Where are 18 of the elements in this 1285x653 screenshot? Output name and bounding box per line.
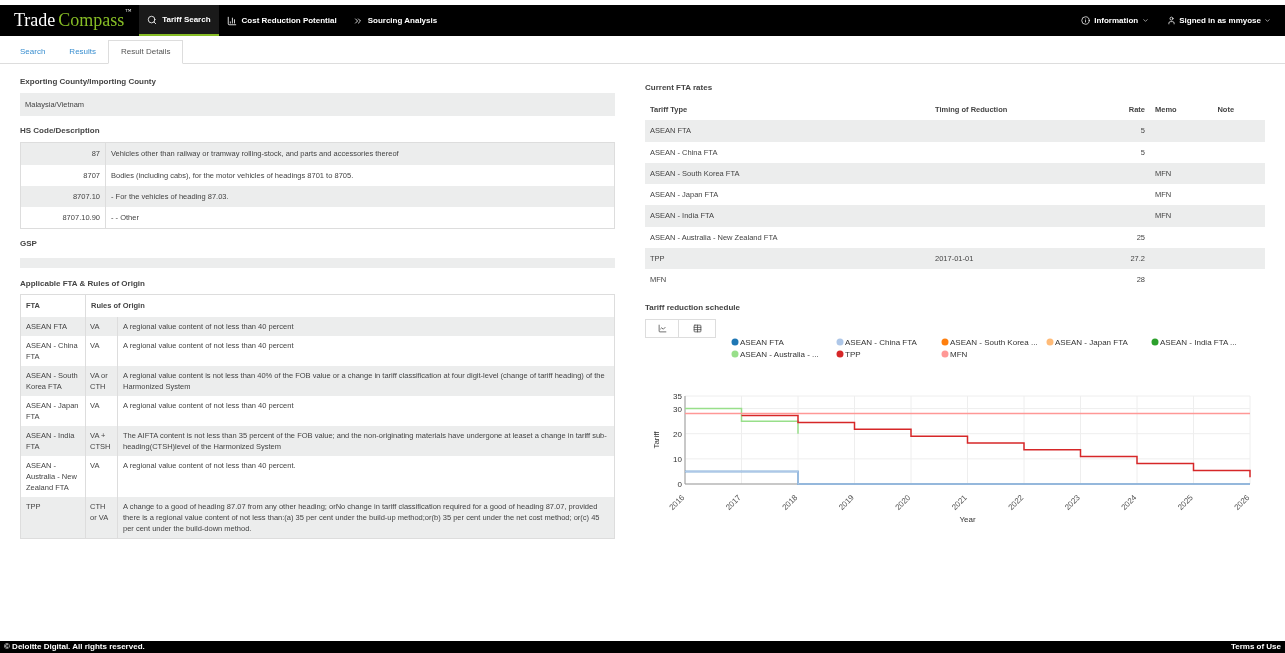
y-tick-label: 30 [673,404,683,414]
y-tick-label: 35 [673,392,683,402]
legend-label: TPP [845,350,861,360]
x-axis-title: Year [959,515,976,525]
legend-label: MFN [950,350,968,360]
y-tick-label: 20 [673,429,683,439]
section-title: GSP [20,238,38,251]
copyright-text: © Deloitte Digital. All rights reserved. [4,641,145,653]
legend-label: ASEAN FTA [740,338,785,348]
section-title: HS Code/Description [20,125,101,138]
section-title: Exporting County/Importing County [20,76,157,88]
y-axis: 0 10 20 30 35 [673,392,686,490]
y-axis-title: Tariff [652,431,661,449]
section-title: Current FTA rates [645,82,714,94]
y-tick-label: 10 [673,455,683,465]
y-tick-label: 0 [677,480,683,490]
section-title: Tariff reduction schedule [645,302,741,315]
section-title: Applicable FTA & Rules of Origin [20,278,146,291]
